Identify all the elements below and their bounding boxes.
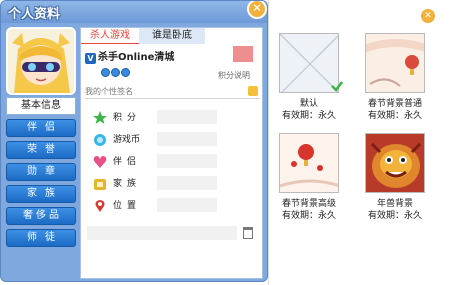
background-card-nian-beast[interactable] [365,133,425,193]
close-button[interactable]: ✕ [247,1,267,19]
selected-check-icon [331,81,343,92]
spring-festival-advanced-background-icon [280,134,338,192]
stat-label: 积分 [113,113,142,123]
stat-value [157,110,217,124]
card-validity: 有效期：永久 [367,211,423,221]
stat-row-location: 位置 [93,198,263,214]
profile-window: 个人资料 ✕ 基本信息 伴侣 荣誉 勋章 家族 奢侈品 师徒 杀人游戏 谁是卧底… [0,0,268,282]
spring-festival-background-icon [366,34,424,92]
stat-value [157,154,217,168]
close-icon: ✕ [251,1,263,15]
window-title: 个人资料 [8,7,61,22]
nav-item-family[interactable]: 家族 [6,185,76,203]
avatar-character-icon [8,29,74,93]
tab-werewolf-game[interactable]: 杀人游戏 [81,28,139,44]
stat-label: 游戏币 [113,135,141,145]
background-card-default[interactable] [279,33,339,93]
nav-item-medal[interactable]: 勋章 [6,163,76,181]
level-icon [121,68,130,77]
avatar[interactable] [6,27,76,95]
trash-icon[interactable] [243,227,253,239]
stat-label: 伴侣 [113,157,142,167]
profile-content-panel: 杀人游戏 谁是卧底 Ⅴ 杀手Online清城 积分说明 我的个性签名 积分 游戏币… [80,27,263,279]
pencil-icon[interactable] [248,86,258,96]
username-row: Ⅴ 杀手Online清城 [85,48,175,64]
card-validity: 有效期：永久 [367,111,423,121]
stat-value [157,132,217,146]
signature-placeholder: 我的个性签名 [85,87,133,96]
username: 杀手Online清城 [98,52,175,63]
star-icon [93,111,107,124]
signature-field[interactable]: 我的个性签名 [85,86,260,99]
background-card-spring-advanced[interactable] [279,133,339,193]
nav-basic-info[interactable]: 基本信息 [6,97,76,115]
stat-value [157,198,217,212]
vip-badge-icon: Ⅴ [85,53,96,64]
stat-label: 家族 [113,179,142,189]
coin-icon [94,134,106,146]
nian-beast-background-icon [366,134,424,192]
family-icon [94,179,106,190]
rank-badge [233,46,253,62]
stat-row-family: 家族 [93,176,263,192]
message-input[interactable] [87,226,237,240]
title-bar[interactable]: 个人资料 [1,1,267,23]
tab-undercover-game[interactable]: 谁是卧底 [139,28,205,44]
stat-value [157,176,217,190]
close-icon: ✕ [424,11,432,21]
stat-row-coins: 游戏币 [93,132,263,148]
close-button[interactable]: ✕ [421,9,435,23]
nav-item-partner[interactable]: 伴侣 [6,119,76,137]
level-icon [101,68,110,77]
nav-item-mentor[interactable]: 师徒 [6,229,76,247]
background-selector-panel: ✕ 默认 有效期：永久 春节背景普通 有效期：永久 春节背景高级 有效期：永久 … [268,0,450,285]
stat-label: 位置 [113,201,142,211]
location-icon [95,200,105,212]
card-validity: 有效期：永久 [281,111,337,121]
card-validity: 有效期：永久 [281,211,337,221]
stat-row-score: 积分 [93,110,263,126]
level-icons [101,68,131,80]
score-info-link[interactable]: 积分说明 [218,70,250,81]
heart-icon [93,156,107,168]
level-icon [111,68,120,77]
nav-item-luxury[interactable]: 奢侈品 [6,207,76,225]
background-card-spring-normal[interactable] [365,33,425,93]
stat-row-partner: 伴侣 [93,154,263,170]
nav-item-honor[interactable]: 荣誉 [6,141,76,159]
